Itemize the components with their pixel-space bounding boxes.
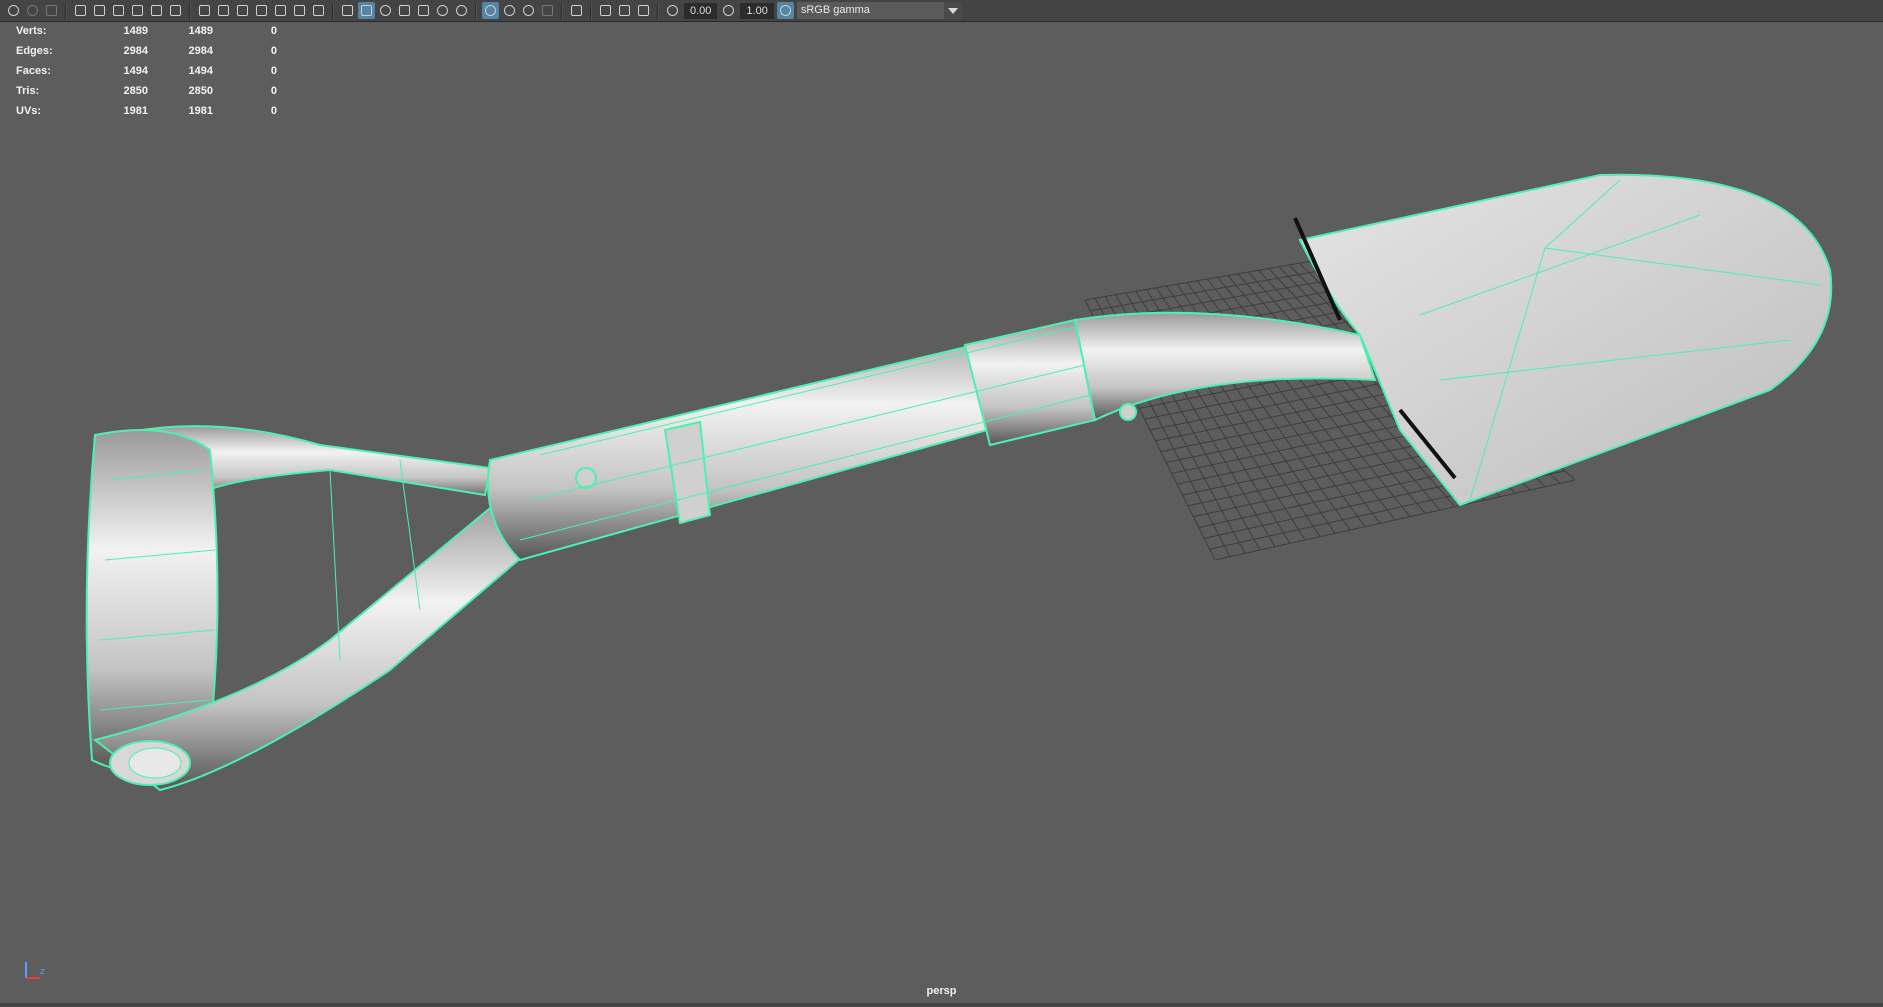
shovel-blade[interactable] <box>1298 173 1833 507</box>
grid-line <box>1214 479 1576 561</box>
film-gate-icon[interactable] <box>215 2 232 19</box>
use-all-lights-icon[interactable] <box>434 2 451 19</box>
safe-action-icon[interactable] <box>291 2 308 19</box>
pencil-icon[interactable] <box>167 2 184 19</box>
axis-gizmo: z <box>20 958 50 987</box>
anti-alias-icon[interactable] <box>635 2 652 19</box>
bookmark-icon[interactable] <box>72 2 89 19</box>
ambient-occlusion-icon[interactable] <box>597 2 614 19</box>
blade-neck[interactable] <box>1073 311 1377 422</box>
toolbar-separator <box>189 2 191 19</box>
toolbar-separator <box>475 2 477 19</box>
exposure-field[interactable]: 0.00 <box>684 2 718 19</box>
wireframe-icon[interactable] <box>339 2 356 19</box>
textured-icon[interactable] <box>396 2 413 19</box>
color-space-select[interactable]: sRGB gamma <box>796 2 962 19</box>
default-material-icon[interactable] <box>377 2 394 19</box>
shadows-icon[interactable] <box>453 2 470 19</box>
exposure-icon[interactable] <box>664 2 681 19</box>
gamma-icon[interactable] <box>720 2 737 19</box>
camera-attributes-icon[interactable] <box>43 2 60 19</box>
smooth-shade-icon[interactable] <box>358 2 375 19</box>
checker-icon[interactable] <box>415 2 432 19</box>
lock-camera-icon[interactable] <box>24 2 41 19</box>
toolbar-separator <box>332 2 334 19</box>
view-transform-icon[interactable] <box>776 2 794 19</box>
resolution-gate-icon[interactable] <box>234 2 251 19</box>
viewport-toolbar: 0.00 1.00 sRGB gamma <box>0 0 1883 22</box>
image-plane-icon[interactable] <box>91 2 108 19</box>
toolbar-separator <box>657 2 659 19</box>
grid-icon[interactable] <box>196 2 213 19</box>
axis-icon: z <box>25 962 45 979</box>
select-tool-icon[interactable] <box>568 2 585 19</box>
xray-active-icon[interactable] <box>539 2 556 19</box>
3d-viewport[interactable] <box>0 23 1883 1003</box>
xray-icon[interactable] <box>501 2 518 19</box>
xray-joints-icon[interactable] <box>520 2 537 19</box>
camera-move-icon[interactable] <box>148 2 165 19</box>
field-chart-icon[interactable] <box>272 2 289 19</box>
motion-blur-icon[interactable] <box>616 2 633 19</box>
rivet <box>1119 403 1137 421</box>
gate-mask-icon[interactable] <box>253 2 270 19</box>
gamma-field[interactable]: 1.00 <box>740 2 774 19</box>
camera-name-label: persp <box>926 985 957 997</box>
viewport-border <box>0 1003 1883 1007</box>
shovel-mesh[interactable] <box>85 173 1833 792</box>
shaft-collar[interactable] <box>963 318 1097 447</box>
axis-z-label: z <box>40 967 45 977</box>
grease-pencil-icon[interactable] <box>129 2 146 19</box>
handle-hole-inner <box>128 747 182 779</box>
toolbar-separator <box>590 2 592 19</box>
color-space-label: sRGB gamma <box>800 4 870 16</box>
select-camera-icon[interactable] <box>5 2 22 19</box>
2d-pan-zoom-icon[interactable] <box>110 2 127 19</box>
safe-title-icon[interactable] <box>310 2 327 19</box>
toolbar-separator <box>65 2 67 19</box>
isolate-select-icon[interactable] <box>482 2 499 19</box>
chevron-down-icon[interactable] <box>943 2 962 19</box>
toolbar-separator <box>561 2 563 19</box>
